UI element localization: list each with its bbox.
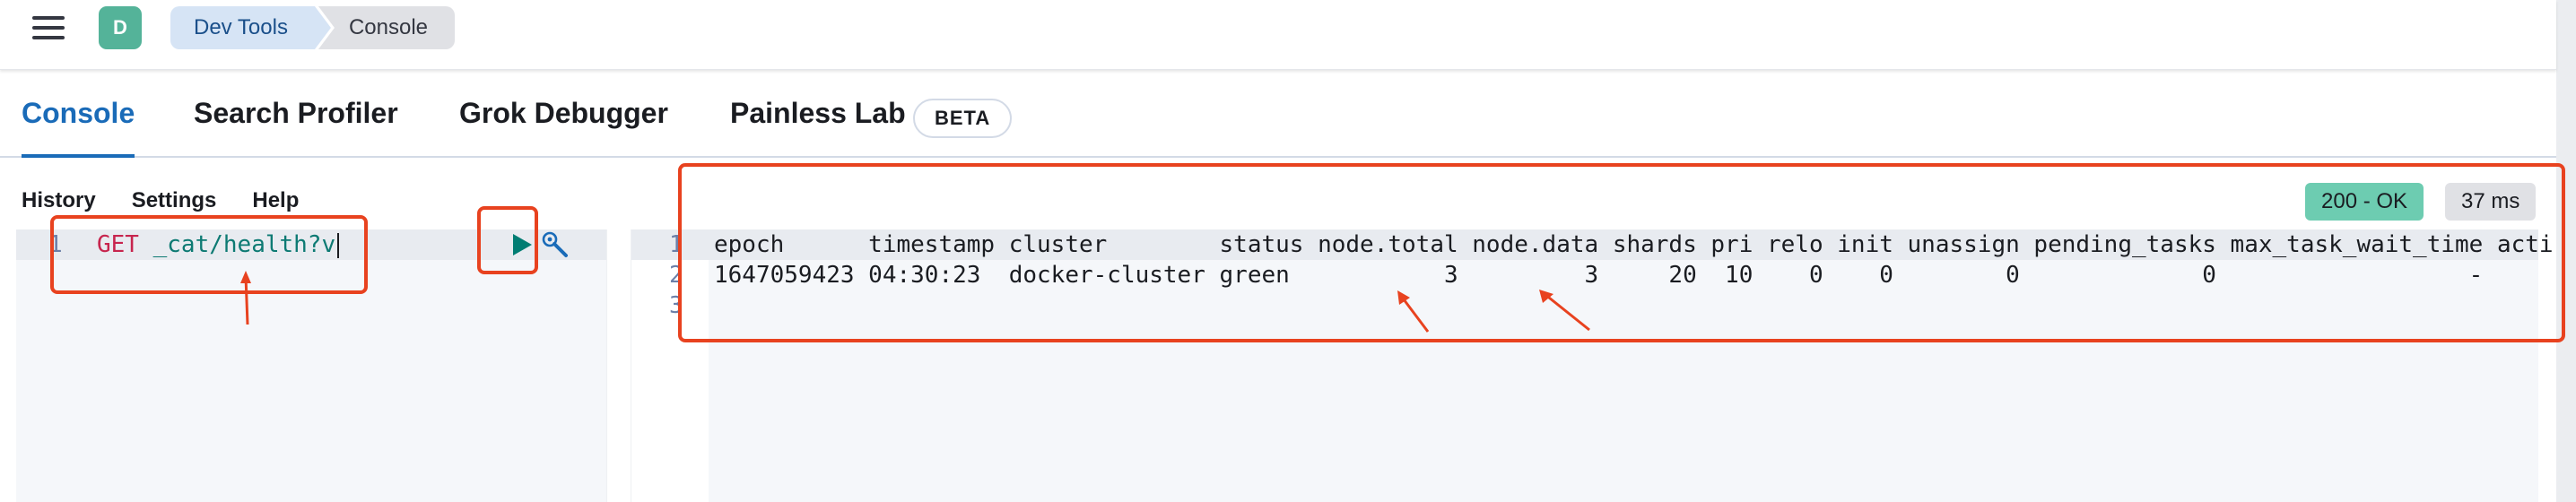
space-avatar[interactable]: D	[99, 6, 142, 49]
annotation-arrow-icon	[1397, 290, 1430, 333]
tab-grok-debugger[interactable]: Grok Debugger	[459, 97, 668, 130]
breadcrumb-dev-tools[interactable]: Dev Tools	[170, 6, 331, 49]
menu-icon[interactable]	[32, 16, 65, 41]
top-header: D Dev Tools Console	[0, 0, 2556, 70]
request-editor-body[interactable]	[90, 260, 606, 502]
beta-badge: BETA	[913, 99, 1013, 138]
breadcrumb-console: Console	[318, 6, 456, 49]
wrench-icon[interactable]	[540, 229, 570, 260]
history-link[interactable]: History	[22, 188, 96, 213]
devtools-tabs: Console Search Profiler Grok Debugger Pa…	[0, 70, 2556, 158]
tab-console[interactable]: Console	[22, 97, 135, 158]
annotation-box-play	[477, 206, 538, 274]
annotation-box-response	[678, 163, 2565, 342]
console-menu: History Settings Help	[22, 188, 299, 213]
help-link[interactable]: Help	[252, 188, 299, 213]
annotation-arrow-icon	[1539, 290, 1590, 332]
tab-search-profiler[interactable]: Search Profiler	[194, 97, 398, 130]
breadcrumb: Dev Tools Console	[170, 6, 456, 49]
tab-painless-lab[interactable]: Painless Lab	[730, 97, 906, 130]
annotation-arrow-icon	[240, 271, 251, 325]
settings-link[interactable]: Settings	[132, 188, 217, 213]
annotation-box-request	[50, 215, 368, 294]
panel-resizer[interactable]	[606, 229, 631, 502]
